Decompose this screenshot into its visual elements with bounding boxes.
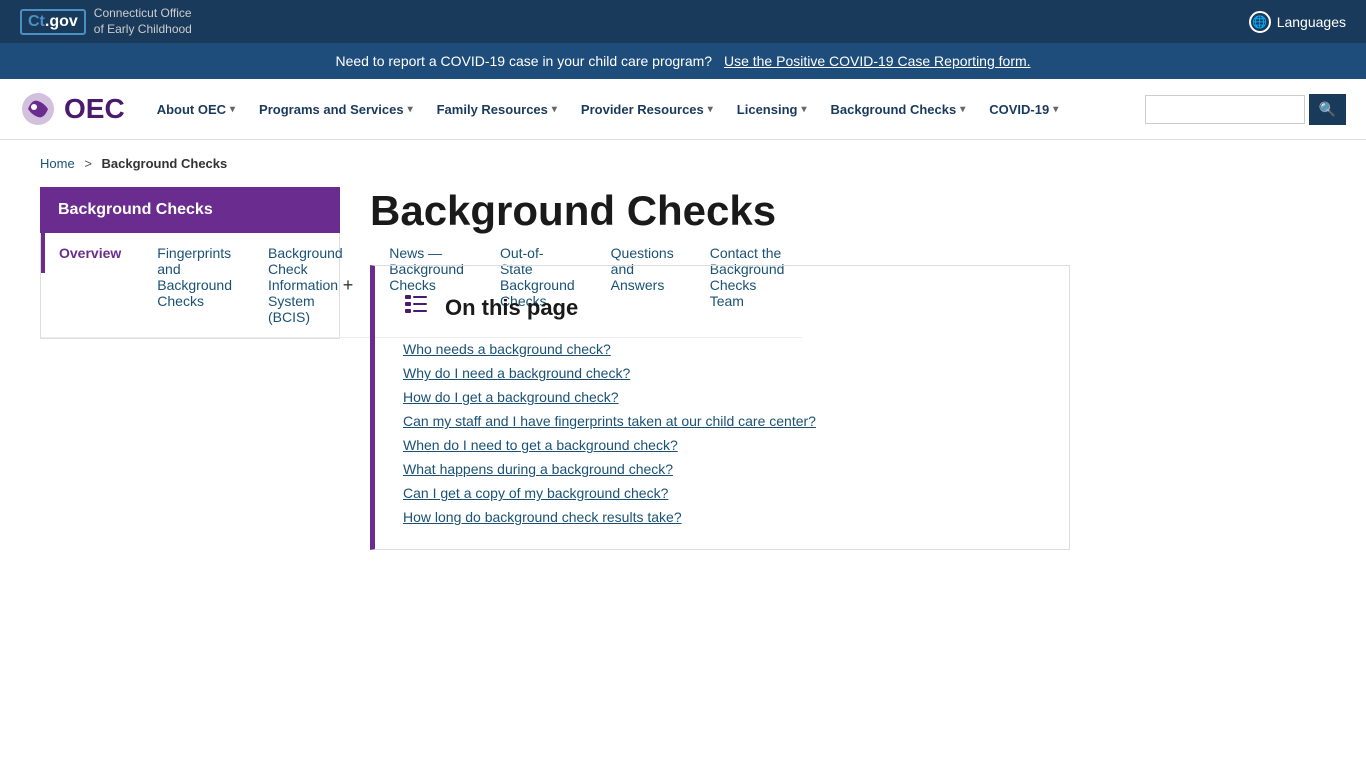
anchor-link-6[interactable]: What happens during a background check?	[403, 461, 673, 477]
nav-licensing[interactable]: Licensing ▾	[725, 79, 819, 139]
on-this-page-header: On this page	[403, 290, 1041, 325]
on-this-page-box: On this page Who needs a background chec…	[370, 265, 1070, 550]
nav-family-resources[interactable]: Family Resources ▾	[425, 79, 569, 139]
languages-button[interactable]: 🌐 Languages	[1249, 11, 1346, 33]
chevron-down-icon: ▾	[801, 104, 806, 115]
on-this-page-links: Who needs a background check? Why do I n…	[403, 341, 1041, 525]
gov-bar: Ct.gov Connecticut Office of Early Child…	[0, 0, 1366, 43]
list-item: How long do background check results tak…	[403, 509, 1041, 525]
page-title: Background Checks	[370, 187, 1326, 235]
sidebar-item-fingerprints: Fingerprints and Background Checks	[139, 233, 250, 338]
sidebar-link-bcis[interactable]: Background Check Information System (BCI…	[250, 233, 371, 337]
main-header: OEC About OEC ▾ Programs and Services ▾ …	[0, 79, 1366, 140]
content-area: Background Checks Overview Fingerprints …	[0, 187, 1366, 590]
list-item: Why do I need a background check?	[403, 365, 1041, 381]
sidebar-link-overview[interactable]: Overview	[41, 233, 139, 273]
nav-covid19[interactable]: COVID-19 ▾	[977, 79, 1070, 139]
oec-logo-text: OEC	[64, 93, 125, 125]
oec-logo-icon	[20, 91, 56, 127]
list-item: Can my staff and I have fingerprints tak…	[403, 413, 1041, 429]
sidebar-title: Background Checks	[40, 187, 340, 233]
list-icon	[403, 290, 431, 325]
nav-background-checks[interactable]: Background Checks ▾	[819, 79, 978, 139]
covid-banner: Need to report a COVID-19 case in your c…	[0, 43, 1366, 79]
breadcrumb-separator: >	[84, 156, 92, 171]
main-content: Background Checks On this page Who need	[370, 187, 1326, 550]
search-button[interactable]: 🔍	[1309, 94, 1346, 125]
anchor-link-4[interactable]: Can my staff and I have fingerprints tak…	[403, 413, 816, 429]
list-item: When do I need to get a background check…	[403, 437, 1041, 453]
breadcrumb-current: Background Checks	[102, 156, 228, 171]
chevron-down-icon: ▾	[408, 104, 413, 115]
expand-icon: +	[343, 275, 354, 296]
anchor-link-5[interactable]: When do I need to get a background check…	[403, 437, 678, 453]
list-item: Who needs a background check?	[403, 341, 1041, 357]
chevron-down-icon: ▾	[230, 104, 235, 115]
main-nav: About OEC ▾ Programs and Services ▾ Fami…	[145, 79, 1125, 139]
chevron-down-icon: ▾	[552, 104, 557, 115]
breadcrumb: Home > Background Checks	[0, 140, 1366, 187]
agency-name: Connecticut Office of Early Childhood	[94, 6, 192, 37]
anchor-link-2[interactable]: Why do I need a background check?	[403, 365, 630, 381]
list-item: Can I get a copy of my background check?	[403, 485, 1041, 501]
chevron-down-icon: ▾	[960, 104, 965, 115]
on-this-page-title: On this page	[445, 295, 578, 321]
chevron-down-icon: ▾	[708, 104, 713, 115]
chevron-down-icon: ▾	[1053, 104, 1058, 115]
anchor-link-7[interactable]: Can I get a copy of my background check?	[403, 485, 668, 501]
sidebar-nav: Overview Fingerprints and Background Che…	[40, 233, 340, 339]
anchor-link-1[interactable]: Who needs a background check?	[403, 341, 611, 357]
globe-icon: 🌐	[1249, 11, 1271, 33]
sidebar-item-bcis: Background Check Information System (BCI…	[250, 233, 371, 338]
sidebar: Background Checks Overview Fingerprints …	[40, 187, 340, 550]
list-item: What happens during a background check?	[403, 461, 1041, 477]
sidebar-link-fingerprints[interactable]: Fingerprints and Background Checks	[139, 233, 250, 321]
search-input[interactable]	[1145, 95, 1305, 124]
ct-gov-logo: Ct.gov	[20, 9, 86, 35]
sidebar-item-overview: Overview	[41, 233, 139, 338]
oec-logo[interactable]: OEC	[20, 79, 125, 139]
nav-programs-services[interactable]: Programs and Services ▾	[247, 79, 425, 139]
anchor-link-3[interactable]: How do I get a background check?	[403, 389, 619, 405]
anchor-link-8[interactable]: How long do background check results tak…	[403, 509, 682, 525]
covid-reporting-link[interactable]: Use the Positive COVID-19 Case Reporting…	[724, 53, 1031, 69]
list-item: How do I get a background check?	[403, 389, 1041, 405]
breadcrumb-home[interactable]: Home	[40, 156, 75, 171]
search-area: 🔍	[1145, 94, 1346, 125]
nav-provider-resources[interactable]: Provider Resources ▾	[569, 79, 725, 139]
nav-about-oec[interactable]: About OEC ▾	[145, 79, 247, 139]
